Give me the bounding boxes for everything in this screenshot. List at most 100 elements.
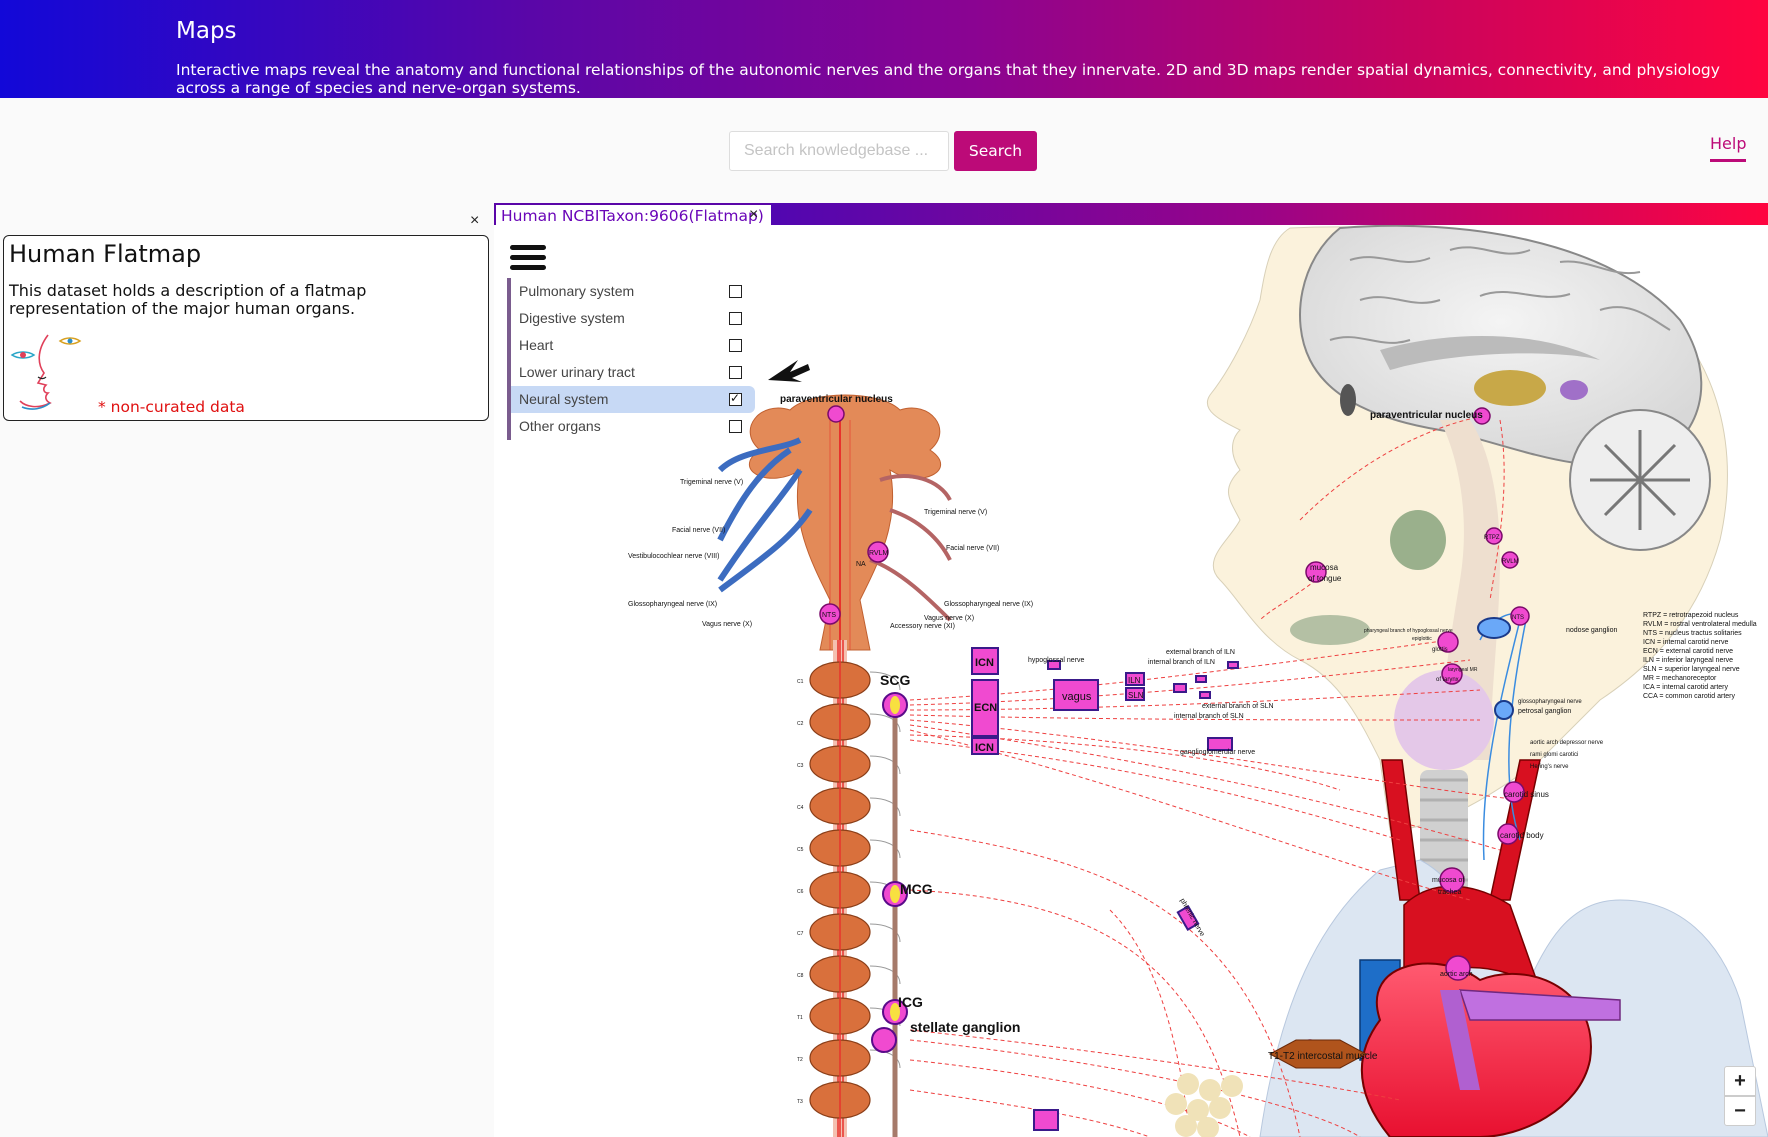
label-scg: SCG	[880, 672, 910, 688]
tab-label: Human NCBITaxon:9606(Flatmap)	[501, 207, 764, 225]
abbrev-legend: RTPZ = retrotrapezoid nucleus RVLM = ros…	[1643, 612, 1757, 700]
label-gloss-nerve-r: glossopharyngeal nerve	[1518, 699, 1582, 705]
face-logo-icon	[10, 334, 82, 410]
layer-label: Lower urinary tract	[519, 364, 635, 380]
label-glossopharyngeal-left: Glossopharyngeal nerve (IX)	[628, 601, 717, 608]
layer-digestive-system[interactable]: Digestive system	[511, 305, 755, 332]
layer-heart[interactable]: Heart	[511, 332, 755, 359]
legend-line: ECN = external carotid nerve	[1643, 648, 1733, 655]
label-ext-iln: external branch of ILN	[1166, 649, 1235, 656]
tab-human-flatmap[interactable]: Human NCBITaxon:9606(Flatmap) ×	[494, 203, 771, 227]
legend-line: SLN = superior laryngeal nerve	[1643, 666, 1740, 673]
label-rtpz: RTPZ	[1484, 535, 1500, 541]
label-paraventricular-right: paraventricular nucleus	[1370, 410, 1483, 421]
label-facial-right: Facial nerve (VII)	[946, 545, 999, 552]
vertebra-label: T2	[797, 1057, 803, 1063]
label-mucosa-trachea-1: mucosa of	[1432, 877, 1464, 884]
label-ganglioglomerular: ganglioglomerular nerve	[1180, 749, 1255, 756]
layer-checkbox[interactable]	[729, 339, 742, 352]
layer-label: Pulmonary system	[519, 283, 635, 299]
label-accessory: Accessory nerve (XI)	[890, 623, 955, 630]
label-epiglottic: epiglottic	[1412, 636, 1432, 642]
vertebra-label: C4	[797, 805, 804, 811]
dataset-card: Human Flatmap This dataset holds a descr…	[3, 235, 489, 421]
layer-checkbox[interactable]	[729, 312, 742, 325]
dataset-description: This dataset holds a description of a fl…	[9, 281, 367, 318]
vertebra-label: C7	[797, 931, 804, 937]
legend-line: ICA = internal carotid artery	[1643, 684, 1729, 691]
label-rvlm: RVLM	[869, 550, 888, 557]
label-aortic-depressor: aortic arch depressor nerve	[1530, 740, 1604, 746]
vertebra-label: C1	[797, 679, 804, 685]
label-mucosa-trachea-2: trachea	[1438, 889, 1461, 896]
layer-pulmonary-system[interactable]: Pulmonary system	[511, 278, 755, 305]
label-paraventricular-left: paraventricular nucleus	[780, 394, 893, 405]
label-rvlm2: RVLM	[1502, 559, 1519, 565]
vertebra-label: T3	[797, 1099, 803, 1105]
label-petrosal: petrosal ganglion	[1518, 708, 1571, 715]
label-trigeminal-right: Trigeminal nerve (V)	[924, 509, 987, 516]
legend-line: NTS = nucleus tractus solitaries	[1643, 630, 1742, 637]
layer-neural-system[interactable]: Neural system	[511, 386, 755, 413]
search-button[interactable]: Search	[954, 131, 1037, 171]
zoom-in-button[interactable]: +	[1724, 1066, 1756, 1096]
close-panel-button[interactable]: ×	[470, 212, 479, 230]
label-laryngeal: laryngeal MR	[1448, 667, 1478, 673]
label-icn-bottom: ICN	[975, 742, 994, 754]
vertebra-label: C6	[797, 889, 804, 895]
label-stellate: stellate ganglion	[910, 1019, 1020, 1035]
vertebra-label: C2	[797, 721, 804, 727]
page-title: Maps	[176, 18, 237, 44]
menu-icon[interactable]	[510, 245, 546, 273]
layer-checkbox[interactable]	[729, 420, 742, 433]
label-pharyngeal: pharyngeal branch of hypoglossal nerve	[1364, 628, 1453, 634]
label-carotid-sinus: carotid sinus	[1504, 790, 1549, 799]
label-icn-top: ICN	[975, 657, 994, 669]
nerve-boxes[interactable]	[971, 647, 1239, 1131]
label-ecn: ECN	[974, 702, 997, 714]
close-tab-icon[interactable]: ×	[749, 206, 758, 224]
label-int-iln: internal branch of ILN	[1148, 659, 1215, 666]
layer-lower-urinary-tract[interactable]: Lower urinary tract	[511, 359, 755, 386]
label-icg: ICG	[898, 994, 923, 1010]
layer-other-organs[interactable]: Other organs	[511, 413, 755, 440]
layer-label: Other organs	[519, 418, 601, 434]
label-hypoglossal: hypoglossal nerve	[1028, 657, 1085, 664]
label-nodose: nodose ganglion	[1566, 627, 1617, 634]
legend-line: RTPZ = retrotrapezoid nucleus	[1643, 612, 1739, 619]
legend-line: ICN = internal carotid nerve	[1643, 639, 1729, 646]
head-silhouette	[1207, 225, 1728, 920]
layer-checkbox[interactable]	[729, 366, 742, 379]
label-trigeminal-left: Trigeminal nerve (V)	[680, 479, 743, 486]
layer-label: Digestive system	[519, 310, 625, 326]
header-banner: Maps Interactive maps reveal the anatomy…	[0, 0, 1768, 98]
layer-list: Pulmonary system Digestive system Heart …	[507, 278, 755, 440]
layer-label: Heart	[519, 337, 554, 353]
label-vagus-box: vagus	[1062, 691, 1092, 703]
vertebra-label: C8	[797, 973, 804, 979]
search-input[interactable]	[729, 131, 949, 171]
vertebra-labels: C1 C2 C3 C4 C5 C6 C7 C8 T1 T2 T3	[797, 679, 804, 1105]
label-glossopharyngeal-right: Glossopharyngeal nerve (IX)	[944, 601, 1033, 608]
label-mucosa-tongue-1: mucosa	[1310, 563, 1339, 572]
legend-line: RVLM = rostral ventrolateral medulla	[1643, 621, 1757, 628]
non-curated-note: * non-curated data	[98, 398, 245, 416]
layer-checkbox[interactable]	[729, 285, 742, 298]
label-carotid-body: carotid body	[1500, 831, 1544, 840]
zoom-out-button[interactable]: −	[1724, 1096, 1756, 1126]
layer-checkbox-checked[interactable]	[729, 391, 742, 406]
label-rami: rami glomi carotici	[1530, 752, 1578, 758]
label-vagus-right: Vagus nerve (X)	[924, 615, 974, 622]
layer-label: Neural system	[519, 391, 609, 407]
vertebra-label: C5	[797, 847, 804, 853]
cursor-arrow-icon	[768, 360, 810, 382]
dataset-title: Human Flatmap	[9, 240, 202, 268]
label-ext-sln: external branch of SLN	[1202, 703, 1274, 710]
legend-line: CCA = common carotid artery	[1643, 693, 1736, 700]
label-vestibulocochlear: Vestibulocochlear nerve (VIII)	[628, 553, 719, 560]
label-aortic-arch: aortic arch	[1440, 971, 1473, 978]
label-int-sln: internal branch of SLN	[1174, 713, 1244, 720]
help-link[interactable]: Help	[1710, 134, 1747, 162]
label-intercostal: T1-T2 intercostal muscle	[1268, 1051, 1378, 1062]
label-mcg: MCG	[900, 881, 933, 897]
